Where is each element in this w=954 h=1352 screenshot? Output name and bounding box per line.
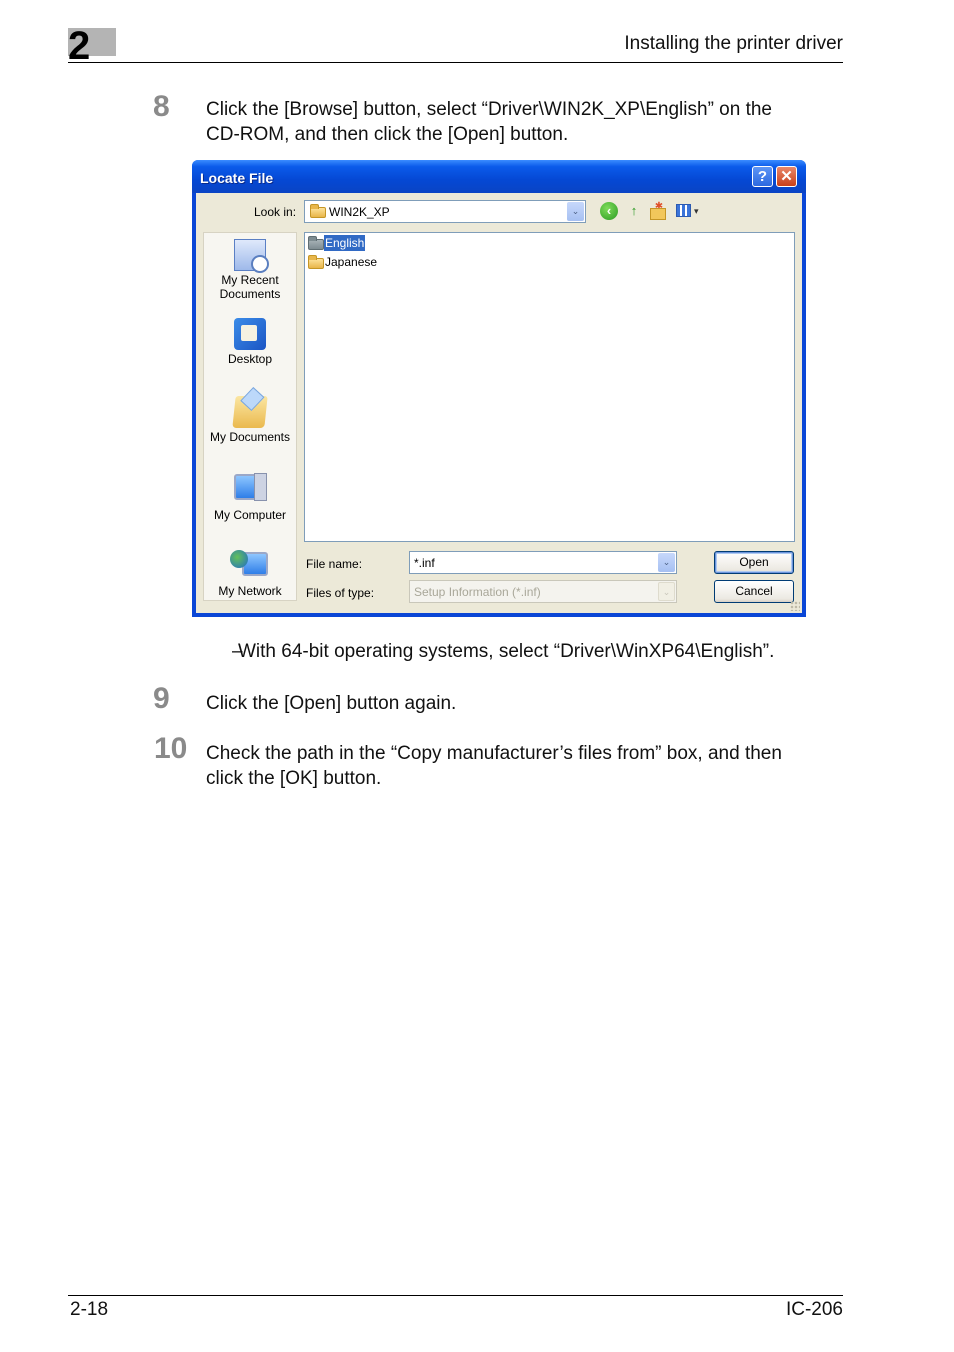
place-label: My Documents [209,430,291,444]
step-number: 9 [153,682,170,715]
step-text-line: click the [OK] button. [206,768,382,789]
my-network-icon [230,550,268,576]
back-icon[interactable]: ‹ [600,202,618,220]
step-text: Check the path in the “Copy manufacturer… [206,741,846,791]
chevron-down-icon[interactable]: ⌄ [567,202,584,221]
file-name: Japanese [325,255,378,269]
dialog-titlebar[interactable]: Locate File ? ✕ [192,160,806,193]
look-in-value: WIN2K_XP [329,205,390,219]
help-button[interactable]: ? [752,166,773,187]
model-name: IC-206 [785,1299,843,1320]
place-my-network[interactable]: My Network [204,550,296,598]
recent-documents-icon [234,239,269,273]
step-text: Click the [Open] button again. [206,691,846,716]
look-in-label: Look in: [254,205,297,219]
place-label: Desktop [227,352,273,366]
step-number: 8 [153,90,170,123]
my-computer-icon [234,473,267,501]
file-name: English [324,235,366,251]
place-label: My Network [218,584,282,598]
places-bar: My Recent Documents Desktop My Documents… [203,232,297,601]
place-label: My Recent [221,273,279,287]
place-my-documents[interactable]: My Documents [204,396,296,444]
step-text-line: CD-ROM, and then click the [Open] button… [206,124,569,145]
resize-grip-icon[interactable] [790,601,800,611]
step-text-line: Click the [Browse] button, select “Drive… [206,99,773,120]
place-label: My Computer [213,508,287,522]
folder-icon [308,255,324,269]
note-text: With 64-bit operating systems, select “D… [238,641,775,662]
file-type-dropdown: Setup Information (*.inf) ⌄ [409,580,677,603]
file-name-input[interactable]: *.inf ⌄ [409,551,677,574]
file-list[interactable]: English Japanese [304,232,795,542]
chevron-down-icon[interactable]: ⌄ [658,553,675,572]
step-number: 10 [154,732,188,765]
place-desktop[interactable]: Desktop [204,318,296,366]
header-divider [68,62,843,63]
desktop-icon [234,318,266,350]
views-menu-icon[interactable]: ▾ [676,202,704,220]
dialog-body: Look in: WIN2K_XP ⌄ ‹ ↑ ✱ ▾ My Recent Do… [196,193,802,613]
file-type-value: Setup Information (*.inf) [414,585,541,599]
chevron-down-icon: ⌄ [658,582,675,601]
file-name-label: File name: [306,557,363,571]
folder-icon [310,204,326,218]
place-my-computer[interactable]: My Computer [204,473,296,522]
place-my-recent-documents[interactable]: My Recent Documents [204,239,296,301]
section-title: Installing the printer driver [624,33,843,54]
cancel-button[interactable]: Cancel [714,580,794,603]
step-text-line: Check the path in the “Copy manufacturer… [206,743,782,764]
new-folder-icon[interactable]: ✱ [650,202,668,220]
step-text: Click the [Browse] button, select “Drive… [206,97,846,147]
folder-icon [308,236,324,250]
dialog-title: Locate File [200,170,274,186]
footer-divider [68,1295,843,1296]
page-number: 2-18 [70,1299,109,1320]
close-button[interactable]: ✕ [776,166,797,187]
open-button[interactable]: Open [714,551,794,574]
locate-file-dialog: Locate File ? ✕ Look in: WIN2K_XP ⌄ ‹ ↑ … [192,160,806,617]
look-in-dropdown[interactable]: WIN2K_XP ⌄ [304,200,586,223]
file-name-value: *.inf [414,556,435,570]
file-type-label: Files of type: [306,586,375,600]
place-label: Documents [219,287,281,301]
my-documents-icon [232,396,268,428]
step-text-line: Click the [Open] button again. [206,693,457,714]
up-folder-icon[interactable]: ↑ [625,202,643,220]
